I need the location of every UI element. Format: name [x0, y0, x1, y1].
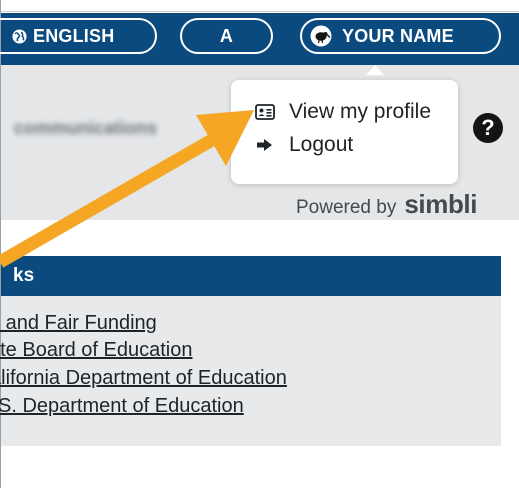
user-menu-button[interactable]: YOUR NAME	[300, 18, 501, 54]
view-profile-label: View my profile	[289, 100, 431, 123]
blurred-title: communications	[14, 118, 158, 138]
link-fair-funding[interactable]: ull and Fair Funding	[0, 312, 157, 335]
help-button[interactable]: ?	[473, 113, 503, 143]
sign-out-icon	[257, 139, 272, 151]
link-us-dept[interactable]: S. Department of Education	[0, 395, 244, 418]
menu-caret	[366, 65, 384, 75]
avatar-icon	[310, 25, 332, 47]
language-label: ENGLISH	[33, 26, 115, 46]
globe-icon	[12, 28, 27, 44]
user-name-label: YOUR NAME	[342, 26, 454, 46]
language-button[interactable]: ENGLISH	[0, 18, 157, 54]
logout-label: Logout	[289, 133, 354, 156]
link-state-board[interactable]: ate Board of Education	[0, 339, 192, 362]
simbli-logo: simbli	[404, 189, 478, 219]
font-size-label: A	[219, 26, 234, 46]
links-panel-header: ks	[1, 256, 501, 296]
user-dropdown-menu: View my profile Logout	[231, 80, 458, 184]
powered-by: Powered by simbli	[296, 189, 477, 220]
logout-menu-item[interactable]: Logout	[255, 133, 353, 157]
powered-by-label: Powered by	[296, 197, 397, 218]
link-california-dept[interactable]: alifornia Department of Education	[0, 367, 287, 390]
id-card-icon	[255, 104, 275, 120]
top-divider	[0, 0, 519, 12]
font-size-button[interactable]: A	[180, 18, 273, 54]
view-profile-menu-item[interactable]: View my profile	[255, 100, 431, 124]
